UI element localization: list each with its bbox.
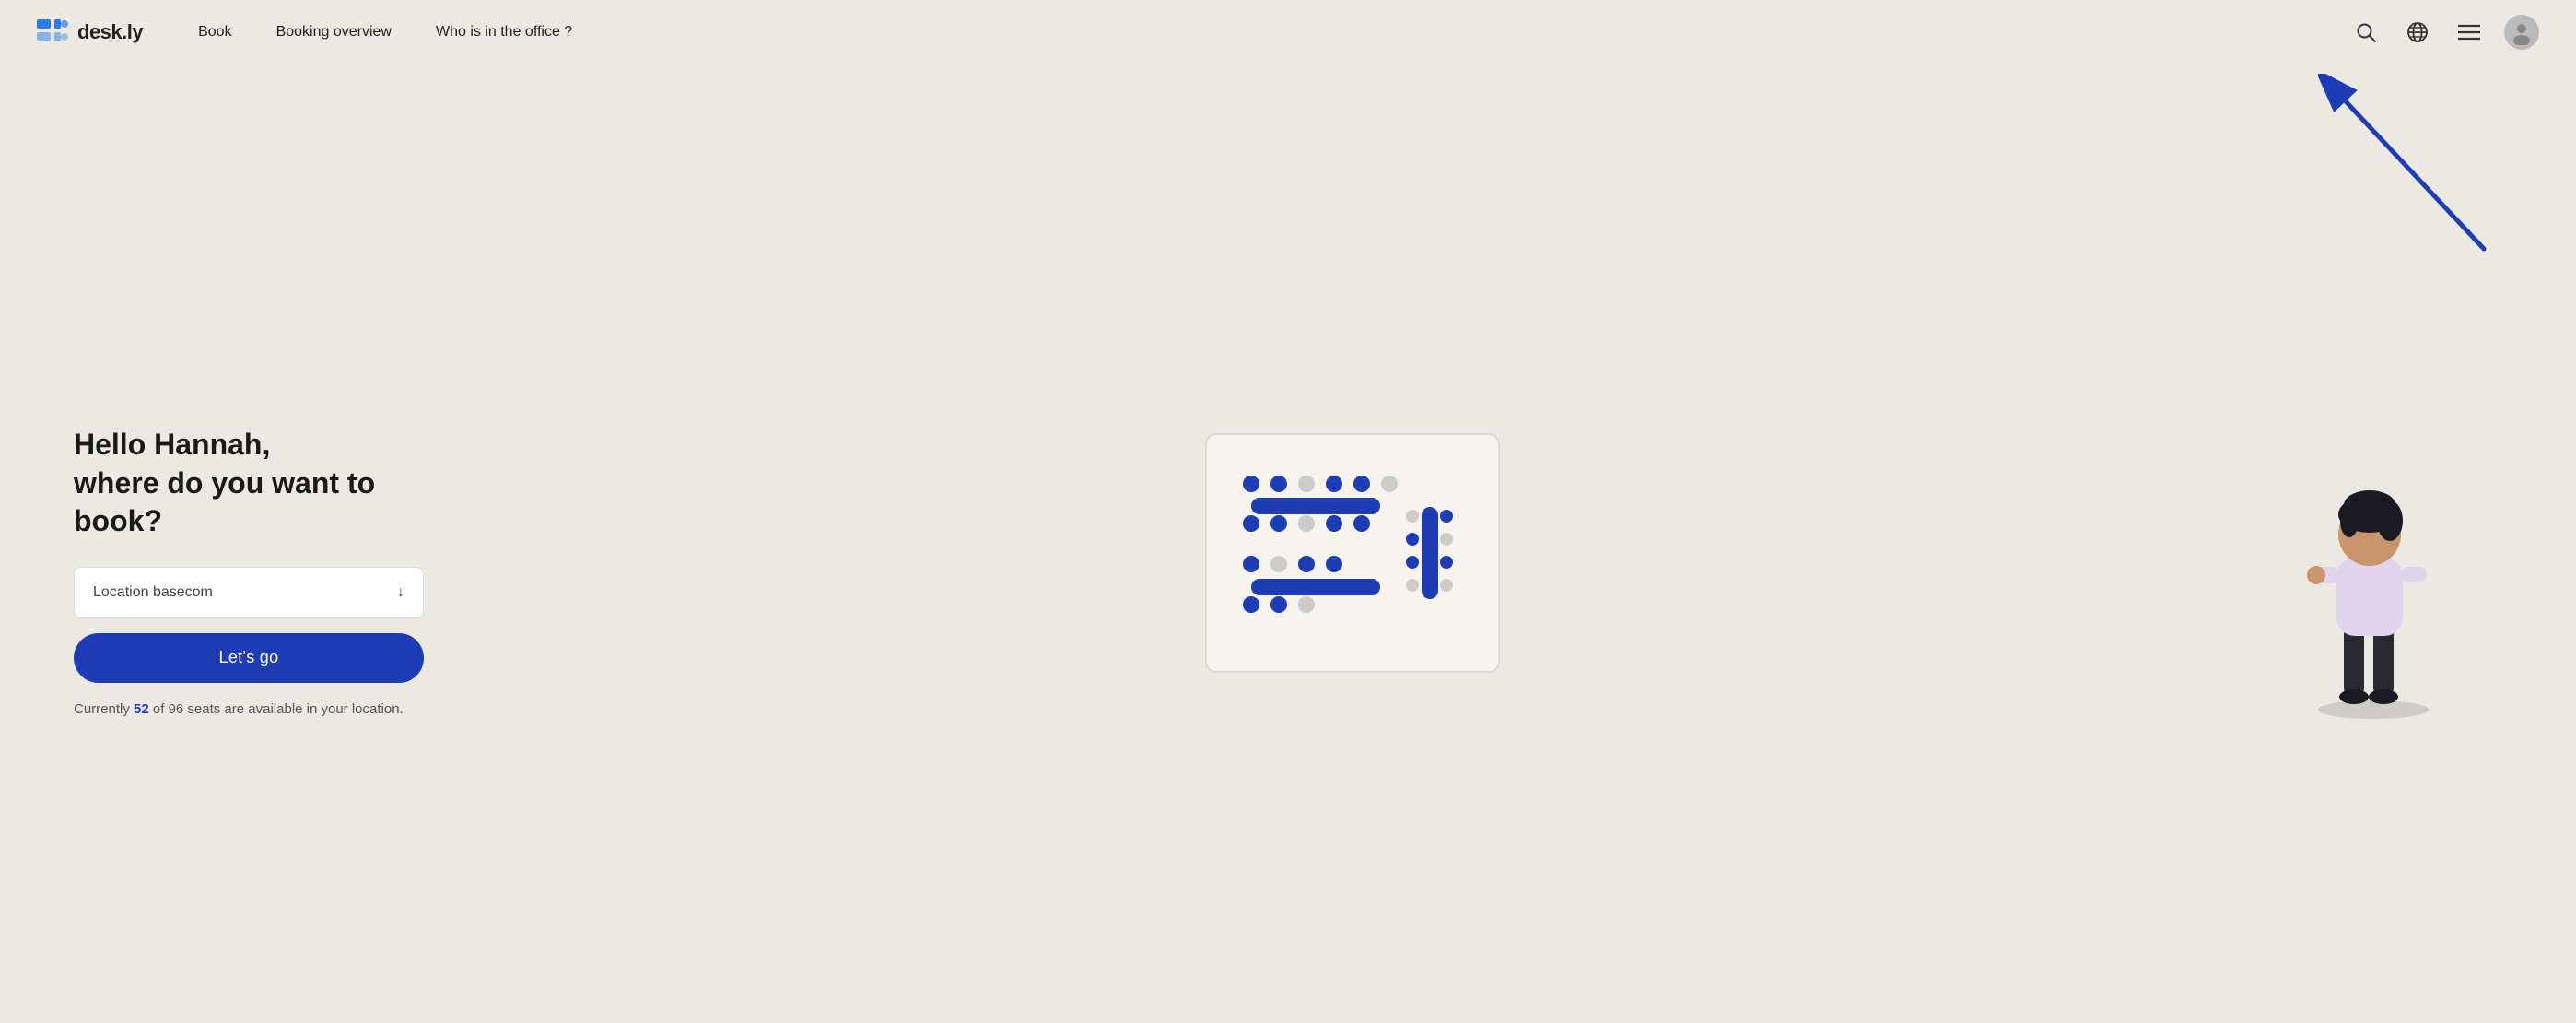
menu-button[interactable] (2453, 16, 2486, 49)
character-illustration (2281, 424, 2465, 719)
nav-right-icons (2349, 15, 2539, 50)
logo-icon (37, 19, 70, 45)
arrow-annotation (2318, 74, 2521, 258)
nav-who-in-office[interactable]: Who is in the office ? (436, 24, 572, 41)
seats-info: Currently 52 of 96 seats are available i… (74, 701, 461, 717)
right-column (2244, 424, 2502, 719)
nav-book[interactable]: Book (198, 24, 231, 41)
search-button[interactable] (2349, 16, 2383, 49)
avatar-icon (2509, 19, 2535, 45)
location-select[interactable]: Location basecom ↓ (74, 567, 424, 618)
greeting-line2: where do you want to book? (74, 464, 461, 541)
desk-layout-svg (1224, 452, 1481, 654)
search-icon (2356, 22, 2376, 42)
left-column: Hello Hannah, where do you want to book?… (74, 426, 461, 717)
globe-icon (2406, 21, 2429, 43)
user-avatar-button[interactable] (2504, 15, 2539, 50)
greeting-line1: Hello Hannah, (74, 426, 461, 464)
dropdown-arrow-icon: ↓ (397, 584, 404, 601)
hamburger-icon (2458, 23, 2480, 41)
desk-illustration (1205, 433, 1500, 673)
arrow-svg (2318, 74, 2521, 258)
main-content: Hello Hannah, where do you want to book?… (0, 65, 2576, 1023)
navbar: desk.ly Book Booking overview Who is in … (0, 0, 2576, 65)
lets-go-button[interactable]: Let's go (74, 633, 424, 683)
logo[interactable]: desk.ly (37, 19, 143, 45)
nav-booking-overview[interactable]: Booking overview (276, 24, 392, 41)
nav-links: Book Booking overview Who is in the offi… (198, 24, 2349, 41)
logo-text: desk.ly (77, 20, 143, 44)
globe-button[interactable] (2401, 16, 2434, 49)
seats-available: 52 (134, 701, 149, 717)
greeting-text: Hello Hannah, where do you want to book? (74, 426, 461, 541)
center-column (461, 433, 2244, 710)
seats-prefix: Currently (74, 701, 134, 717)
character-svg (2281, 424, 2465, 719)
location-value: Location basecom (93, 584, 213, 601)
seats-suffix: of 96 seats are available in your locati… (149, 701, 404, 717)
